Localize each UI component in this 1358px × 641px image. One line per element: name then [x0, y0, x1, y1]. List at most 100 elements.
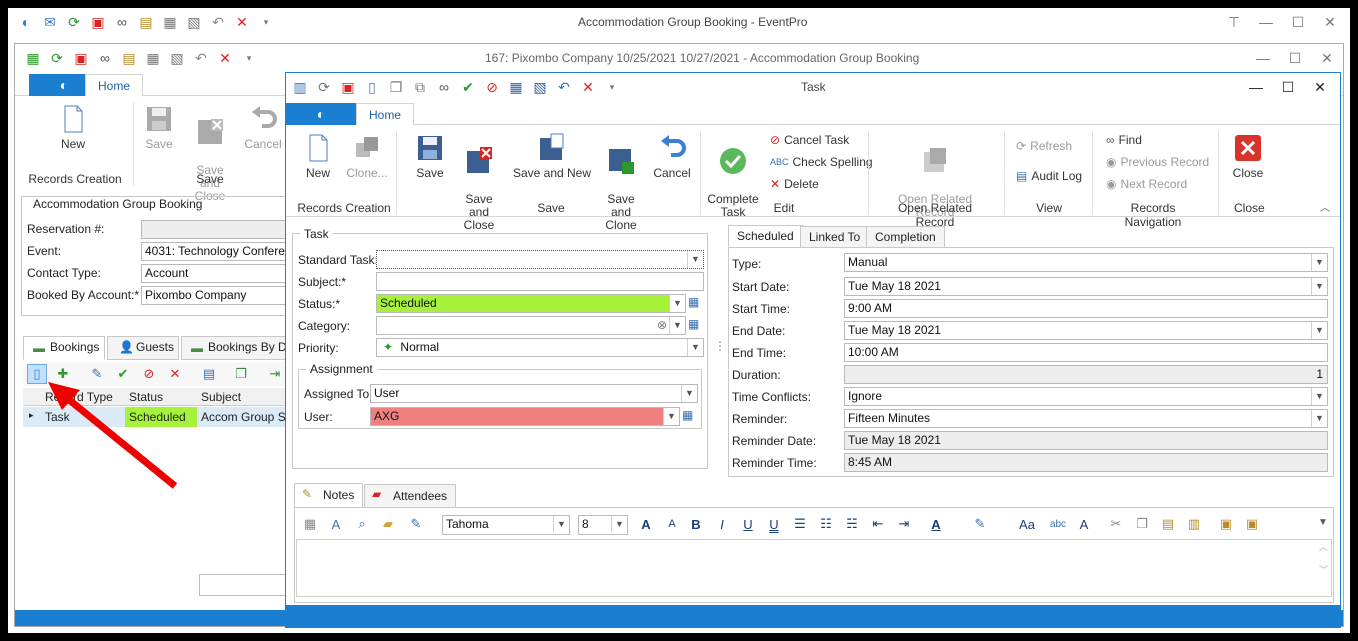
- mail-icon[interactable]: ✉: [38, 11, 62, 33]
- insert-field-icon[interactable]: ▣: [1216, 514, 1236, 534]
- tab-scheduled[interactable]: Scheduled: [728, 225, 803, 247]
- start-time-field[interactable]: 9:00 AM: [844, 299, 1328, 318]
- save-close-icon[interactable]: ▧: [182, 11, 206, 33]
- end-date-field[interactable]: Tue May 18 2021 ▼: [844, 321, 1328, 340]
- save-close-icon[interactable]: ▧: [528, 76, 552, 98]
- save-icon[interactable]: ▦: [158, 11, 182, 33]
- clipboard-icon[interactable]: ▤: [117, 47, 141, 69]
- binoculars-icon[interactable]: ∞: [110, 11, 134, 33]
- chevron-down-icon[interactable]: ▼: [669, 317, 685, 334]
- undo-icon[interactable]: ↶: [189, 47, 213, 69]
- assigned-to-field[interactable]: User ▼: [370, 384, 698, 403]
- cancel-button[interactable]: Cancel: [243, 104, 283, 151]
- binoculars-icon[interactable]: ∞: [93, 47, 117, 69]
- close-button[interactable]: Close: [1228, 133, 1268, 180]
- restore-icon[interactable]: ⊤: [1218, 14, 1250, 31]
- check-spelling-button[interactable]: ABC Check Spelling: [770, 155, 873, 169]
- save-and-clone-button[interactable]: Save and Clone: [596, 133, 646, 232]
- chevron-down-icon[interactable]: ▼: [1311, 322, 1327, 339]
- grid-more-icon[interactable]: ⇥: [265, 364, 285, 384]
- copy-icon[interactable]: ⧉: [408, 76, 432, 98]
- customize-qat-icon[interactable]: ▾: [237, 47, 261, 69]
- tab-home[interactable]: Home: [356, 103, 415, 126]
- paste-special-icon[interactable]: ▥: [1184, 514, 1204, 534]
- user-lookup-icon[interactable]: ▦: [682, 408, 693, 422]
- chevron-down-icon[interactable]: ▼: [687, 251, 703, 268]
- tab-home[interactable]: Home: [85, 74, 144, 97]
- decrease-indent-icon[interactable]: ⇤: [868, 514, 888, 534]
- new-button[interactable]: New: [300, 133, 336, 180]
- file-tab[interactable]: ◐: [286, 103, 356, 125]
- cancel-circle-icon[interactable]: ⊘: [480, 76, 504, 98]
- splitter-handle[interactable]: ⋮: [714, 339, 726, 353]
- bullets-icon[interactable]: ☰: [790, 514, 810, 534]
- cut-icon[interactable]: ✂: [1106, 514, 1126, 534]
- minimize-icon[interactable]: —: [1240, 79, 1272, 95]
- save-and-new-button[interactable]: Save and New: [512, 133, 592, 180]
- undo-icon[interactable]: ↶: [552, 76, 576, 98]
- italic-icon[interactable]: I: [712, 514, 732, 534]
- clear-format-icon[interactable]: A: [1074, 514, 1094, 534]
- collapse-ribbon-icon[interactable]: ︿: [1320, 199, 1330, 214]
- end-time-field[interactable]: 10:00 AM: [844, 343, 1328, 362]
- chevron-down-icon[interactable]: ▼: [663, 408, 679, 425]
- delete-x-icon[interactable]: ✕: [230, 11, 254, 33]
- editor-save-icon[interactable]: ▦: [300, 514, 320, 534]
- customize-qat-icon[interactable]: ▾: [254, 11, 278, 33]
- editor-styles-icon[interactable]: ✎: [406, 514, 426, 534]
- status-lookup-icon[interactable]: ▦: [688, 295, 699, 309]
- tab-completion[interactable]: Completion: [866, 226, 945, 248]
- customize-qat-icon[interactable]: ▾: [600, 76, 624, 98]
- subject-field[interactable]: [376, 272, 704, 291]
- maximize-icon[interactable]: ☐: [1282, 14, 1314, 31]
- priority-field[interactable]: ✦ Normal ▼: [376, 338, 704, 357]
- new-button[interactable]: New: [55, 104, 91, 151]
- close-icon[interactable]: ✕: [1311, 50, 1343, 67]
- delete-button[interactable]: ✕ Delete: [770, 177, 819, 191]
- chevron-down-icon[interactable]: ▼: [669, 295, 685, 312]
- delete-x-icon[interactable]: ✕: [576, 76, 600, 98]
- multilevel-list-icon[interactable]: ☵: [842, 514, 862, 534]
- editor-spell-icon[interactable]: A: [326, 514, 346, 534]
- save-button[interactable]: Save: [141, 104, 177, 151]
- paste-icon[interactable]: ▤: [1158, 514, 1178, 534]
- time-conflicts-field[interactable]: Ignore ▼: [844, 387, 1328, 406]
- tab-guests[interactable]: Guests: [107, 336, 179, 360]
- minimize-icon[interactable]: —: [1250, 14, 1282, 30]
- new-icon[interactable]: ▯: [360, 76, 384, 98]
- clear-icon[interactable]: ⊗: [657, 317, 667, 334]
- chevron-down-icon[interactable]: ▼: [1311, 278, 1327, 295]
- chevron-down-icon[interactable]: ▼: [1311, 410, 1327, 427]
- editor-find-icon[interactable]: ⌕: [352, 514, 372, 534]
- clone-button[interactable]: Clone...: [344, 133, 390, 180]
- cancel-task-button[interactable]: ⊘ Cancel Task: [770, 133, 849, 147]
- highlight-icon[interactable]: ✎: [970, 514, 990, 534]
- maximize-icon[interactable]: ☐: [1272, 79, 1304, 96]
- standard-task-field[interactable]: ▼: [376, 250, 704, 269]
- shrink-font-icon[interactable]: A: [662, 514, 682, 534]
- chevron-down-icon[interactable]: ▼: [1311, 254, 1327, 271]
- tab-linked-to[interactable]: Linked To: [800, 226, 870, 248]
- bold-icon[interactable]: B: [686, 514, 706, 534]
- close-box-icon[interactable]: ▣: [86, 11, 110, 33]
- spelling-check-icon[interactable]: abc: [1048, 514, 1068, 534]
- clipboard-icon[interactable]: ▤: [134, 11, 158, 33]
- increase-indent-icon[interactable]: ⇥: [894, 514, 914, 534]
- double-underline-icon[interactable]: U: [764, 514, 784, 534]
- save-close-icon[interactable]: ▧: [165, 47, 189, 69]
- undo-icon[interactable]: ↶: [206, 11, 230, 33]
- cancel-button[interactable]: Cancel: [652, 133, 692, 180]
- close-box-icon[interactable]: ▣: [69, 47, 93, 69]
- reminder-field[interactable]: Fifteen Minutes ▼: [844, 409, 1328, 428]
- copy-icon[interactable]: ❐: [1132, 514, 1152, 534]
- grid-export-icon[interactable]: ▤: [199, 364, 219, 384]
- chevron-down-icon[interactable]: ▼: [687, 339, 703, 356]
- refresh-icon[interactable]: ⟳: [45, 47, 69, 69]
- clone-icon[interactable]: ❐: [384, 76, 408, 98]
- refresh-button[interactable]: ⟳ Refresh: [1016, 139, 1072, 153]
- font-color-icon[interactable]: A: [926, 514, 946, 534]
- grid-col-subject[interactable]: Subject: [201, 390, 241, 404]
- status-field[interactable]: Scheduled ▼: [376, 294, 686, 313]
- notes-scrollbar[interactable]: ︿ ﹀: [1316, 540, 1331, 596]
- chevron-down-icon[interactable]: ▼: [1311, 388, 1327, 405]
